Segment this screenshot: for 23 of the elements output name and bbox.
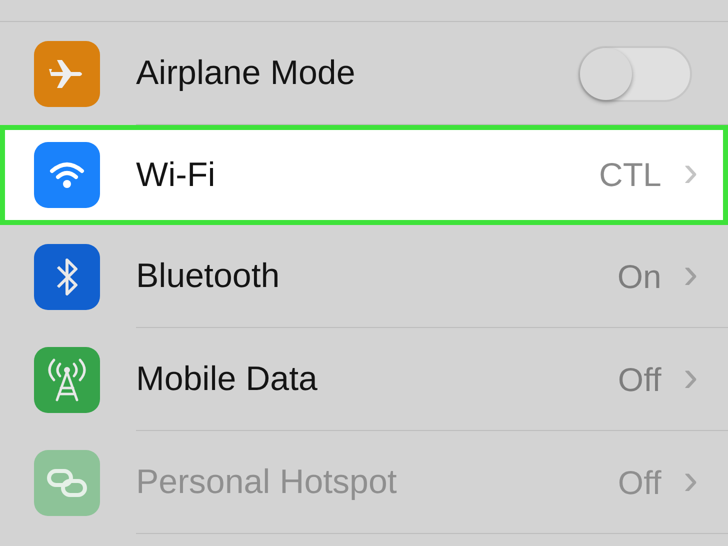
setting-value: CTL <box>599 155 662 196</box>
chevron-icon: › <box>683 354 698 404</box>
wifi-icon <box>34 142 100 208</box>
settings-row[interactable]: Airplane Mode <box>0 22 728 125</box>
settings-row[interactable]: Mobile Data Off › <box>0 328 728 431</box>
settings-row[interactable]: Bluetooth On › <box>0 225 728 328</box>
setting-value: Off <box>618 462 662 503</box>
setting-label: Airplane Mode <box>136 53 356 94</box>
setting-label: Mobile Data <box>136 359 318 400</box>
setting-label: Bluetooth <box>136 256 281 297</box>
setting-label: Wi-Fi <box>136 154 216 196</box>
chain-link-icon <box>34 450 100 516</box>
settings-row[interactable]: Wi-Fi CTL › <box>0 125 728 225</box>
chevron-icon: › <box>683 252 698 302</box>
antenna-icon <box>34 346 100 412</box>
setting-value: On <box>617 256 662 297</box>
setting-value: Off <box>618 360 662 400</box>
toggle-switch[interactable] <box>578 46 692 102</box>
chevron-icon: › <box>683 150 698 200</box>
airplane-icon <box>34 40 100 106</box>
bluetooth-icon <box>34 244 100 310</box>
chevron-icon: › <box>683 458 698 508</box>
setting-label: Personal Hotspot <box>136 462 398 503</box>
